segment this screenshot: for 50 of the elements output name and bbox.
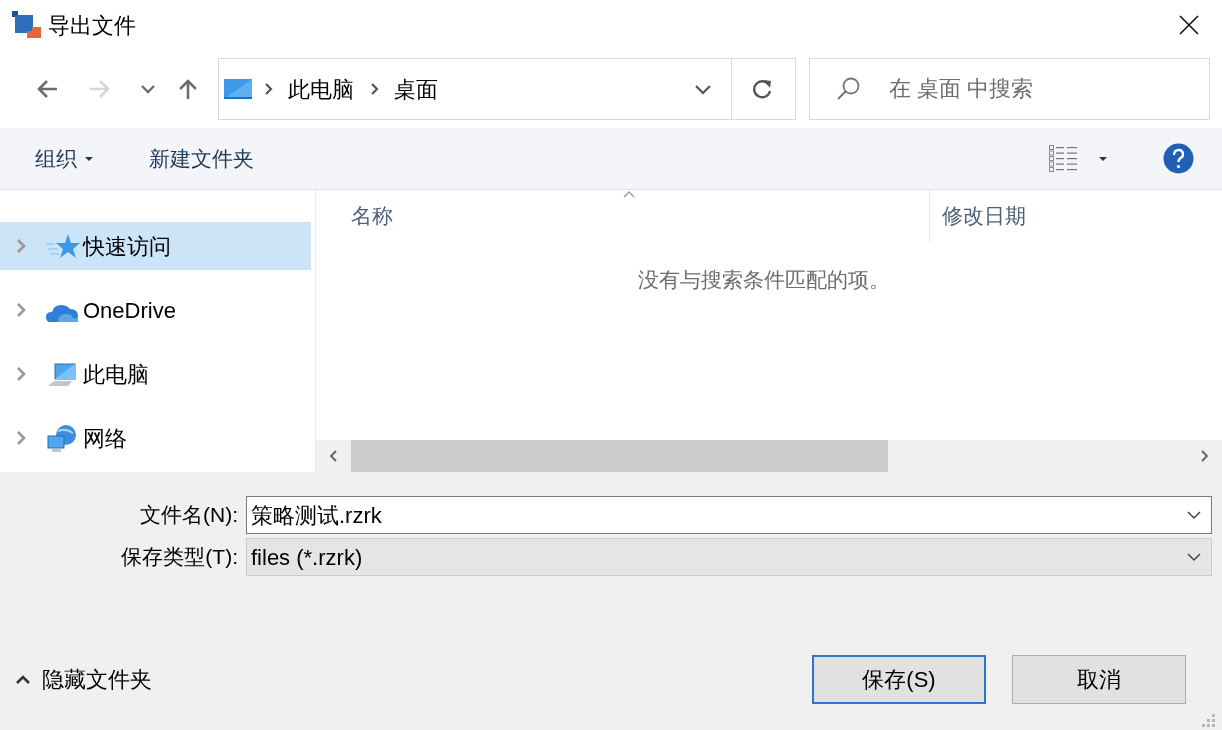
chevron-down-icon xyxy=(1187,510,1201,520)
search-field[interactable]: 在 桌面 中搜索 xyxy=(808,58,1210,120)
help-button[interactable] xyxy=(1163,143,1194,174)
view-options-button[interactable] xyxy=(1049,144,1107,173)
app-logo-icon xyxy=(12,11,42,39)
field-label: 保存类型(T): xyxy=(120,544,239,571)
breadcrumb-item[interactable]: 此电脑 xyxy=(288,72,355,106)
hide-folders-button[interactable]: 隐藏文件夹 xyxy=(16,663,152,696)
column-header[interactable]: 修改日期 xyxy=(930,190,1222,242)
close-icon xyxy=(1178,14,1200,36)
chevron-up-icon xyxy=(16,674,30,685)
chevron-down-icon xyxy=(693,82,712,96)
details-view-icon xyxy=(1049,144,1077,173)
scrollbar-thumb[interactable] xyxy=(351,440,888,472)
chevron-right-icon xyxy=(370,82,381,96)
chevron-right-icon xyxy=(16,238,27,254)
new-folder-button[interactable]: 新建文件夹 xyxy=(149,142,254,175)
caret-down-icon xyxy=(85,156,93,161)
chevron-right-icon xyxy=(16,430,27,446)
window-title: 导出文件 xyxy=(48,11,136,40)
chevron-right-icon xyxy=(16,366,27,382)
resize-grip-icon xyxy=(1202,714,1215,727)
back-arrow-icon xyxy=(35,78,58,100)
search-icon xyxy=(835,77,860,101)
scroll-right-icon xyxy=(1200,450,1209,462)
sidebar-item[interactable]: OneDrive xyxy=(0,286,311,334)
empty-message: 没有与搜索条件匹配的项。 xyxy=(638,267,890,293)
sort-ascending-icon xyxy=(622,190,635,198)
caret-down-icon xyxy=(1099,156,1107,161)
horizontal-scrollbar[interactable] xyxy=(316,440,1222,472)
help-icon xyxy=(1163,143,1194,174)
organize-button[interactable]: 组织 xyxy=(35,142,93,175)
address-bar[interactable]: 此电脑 桌面 xyxy=(218,58,796,120)
scroll-left-icon xyxy=(329,450,338,462)
filename-field[interactable]: 策略测试.rzrk xyxy=(246,496,1212,534)
sidebar-item[interactable]: 此电脑 xyxy=(0,350,311,398)
column-header[interactable]: 名称 xyxy=(316,190,930,242)
monitor-icon xyxy=(224,77,253,101)
chevron-right-icon xyxy=(16,302,27,318)
chevron-right-icon xyxy=(264,82,275,96)
forward-arrow-icon xyxy=(89,78,112,100)
save-button[interactable]: 保存(S) xyxy=(812,655,986,704)
sidebar-item[interactable]: 快速访问 xyxy=(0,222,311,270)
star-icon xyxy=(46,232,80,260)
field-label: 文件名(N): xyxy=(139,502,239,529)
breadcrumb-item[interactable]: 桌面 xyxy=(394,72,439,106)
cancel-button[interactable]: 取消 xyxy=(1012,655,1186,704)
file-type-dropdown[interactable]: files (*.rzrk) xyxy=(246,538,1212,576)
chevron-down-icon xyxy=(1187,552,1201,562)
sidebar-item[interactable]: 网络 xyxy=(0,414,311,462)
